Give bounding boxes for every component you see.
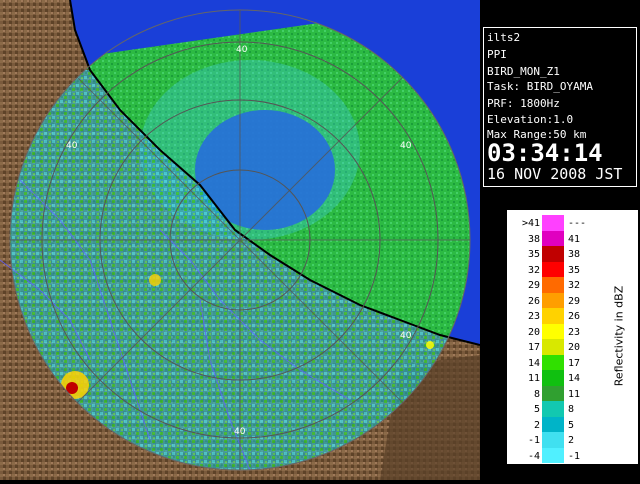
legend-color-swatch: [542, 230, 564, 246]
legend-color-swatch: [542, 323, 564, 339]
ring-label-south: 40: [234, 427, 246, 437]
legend-right-label: ---: [568, 218, 587, 229]
legend-left-label: 17: [527, 342, 540, 353]
legend-left-label: -4: [527, 450, 540, 462]
legend-right-label: 8: [568, 404, 575, 415]
legend-right-label: 38: [568, 249, 581, 260]
legend-color-swatch: [542, 354, 564, 370]
legend-color-swatch: [542, 308, 564, 324]
legend-color-swatch: [542, 385, 564, 401]
legend-right-label: 2: [568, 435, 575, 446]
site-name: ilts2: [487, 31, 521, 44]
legend-right-label: 26: [568, 311, 581, 322]
radar-map-svg: 40 40 40 40 40: [0, 0, 481, 480]
legend-color-swatch: [542, 401, 564, 417]
legend-left-label: >41: [521, 218, 540, 229]
legend-left-label: 38: [527, 233, 540, 245]
legend-right-label: 35: [568, 264, 581, 276]
legend-left-label: 32: [527, 264, 540, 276]
legend-color-swatch: [542, 432, 564, 448]
reflectivity-legend: >41 --- 38 41 35 38 32 35 29 32 26 29 23 26 20 23 17 20 14…: [507, 210, 638, 464]
legend-left-label: 35: [527, 249, 540, 260]
legend-left-label: 14: [527, 357, 540, 369]
legend-right-label: -1: [568, 450, 581, 462]
legend-color-swatch: [542, 339, 564, 355]
legend-color-swatch: [542, 277, 564, 293]
echo-spot: [426, 341, 434, 349]
ring-label-northeast: 40: [400, 141, 412, 151]
legend-color-swatch: [542, 370, 564, 386]
prf-value: PRF: 1800Hz: [487, 97, 560, 110]
legend-left-label: 29: [527, 280, 540, 291]
legend-title-text: Reflectivity in dBZ: [612, 285, 626, 387]
info-panel: ilts2 PPI BIRD_MON_Z1 Task: BIRD_OYAMA P…: [480, 0, 640, 480]
ring-label-east: 40: [400, 331, 412, 341]
scan-date: 16 NOV 2008 JST: [487, 165, 623, 183]
product-name: BIRD_MON_Z1: [487, 65, 560, 78]
legend-left-label: 11: [527, 373, 540, 384]
legend-right-label: 5: [568, 419, 575, 431]
legend-right-label: 17: [568, 357, 581, 369]
legend-color-swatch: [542, 416, 564, 432]
legend-right-label: 32: [568, 280, 581, 291]
legend-title: Reflectivity in dBZ: [604, 241, 634, 431]
legend-color-swatch: [542, 447, 564, 463]
legend-color-swatch: [542, 292, 564, 308]
legend-color-swatch: [542, 261, 564, 277]
legend-left-label: 26: [527, 295, 540, 307]
legend-right-label: 41: [568, 233, 581, 245]
ring-label-north: 40: [236, 45, 248, 55]
legend-left-label: 2: [533, 419, 540, 431]
legend-left-label: 5: [533, 404, 540, 415]
echo-spot: [149, 274, 161, 286]
scan-info-box: ilts2 PPI BIRD_MON_Z1 Task: BIRD_OYAMA P…: [483, 27, 637, 187]
legend-left-label: -1: [527, 435, 540, 446]
legend-right-label: 23: [568, 326, 581, 338]
legend-right-label: 14: [568, 373, 581, 384]
azimuth-lines: [10, 10, 470, 470]
legend-color-swatch: [542, 246, 564, 262]
legend-right-label: 29: [568, 295, 581, 307]
legend-left-label: 23: [527, 311, 540, 322]
scan-type: PPI: [487, 48, 507, 61]
legend-color-swatch: [542, 215, 564, 231]
legend-left-label: 20: [527, 326, 540, 338]
legend-left-label: 8: [533, 388, 540, 400]
ring-label-west: 40: [66, 141, 78, 151]
elevation-value: Elevation:1.0: [487, 113, 574, 126]
task-name: Task: BIRD_OYAMA: [487, 80, 593, 93]
legend-right-label: 11: [568, 388, 581, 400]
radar-ppi-display[interactable]: 40 40 40 40 40: [0, 0, 481, 480]
scan-time: 03:34:14: [487, 139, 603, 167]
legend-right-label: 20: [568, 342, 581, 353]
